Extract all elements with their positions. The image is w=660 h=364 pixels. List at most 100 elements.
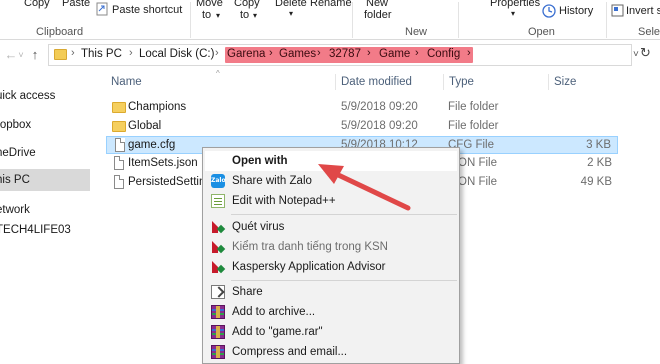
- nav-item-quick-access[interactable]: uick access: [0, 85, 90, 107]
- ribbon-divider: [458, 2, 459, 38]
- sort-caret-icon: ^: [216, 69, 220, 78]
- column-header-type[interactable]: Type: [449, 76, 474, 88]
- breadcrumb-config[interactable]: Config: [427, 48, 460, 60]
- menu-item-compress-email[interactable]: Compress and email...: [205, 342, 457, 362]
- paste-shortcut-button[interactable]: Paste shortcut: [112, 4, 182, 16]
- breadcrumb-garena[interactable]: Garena: [227, 48, 265, 60]
- copy-to-label2: to: [240, 9, 250, 21]
- breadcrumb-separator-icon: ›: [215, 47, 219, 59]
- winrar-icon: [211, 325, 225, 339]
- breadcrumb-32787[interactable]: 32787: [329, 48, 361, 60]
- column-header-name[interactable]: Name: [111, 76, 142, 88]
- ribbon-divider: [352, 2, 353, 38]
- nav-item-label: his PC: [0, 174, 30, 186]
- copy-to-button[interactable]: Copy: [234, 0, 260, 9]
- file-name: game.cfg: [128, 139, 176, 151]
- group-new: New: [405, 26, 428, 38]
- menu-item-label: Open with: [232, 155, 288, 167]
- chevron-down-icon: ▾: [216, 11, 221, 20]
- ribbon-divider: [606, 2, 607, 38]
- breadcrumb-separator-icon: ›: [367, 47, 371, 59]
- file-name: ItemSets.json: [128, 157, 198, 169]
- folder-icon: [112, 121, 126, 132]
- file-icon: [114, 156, 124, 170]
- file-size: 49 KB: [580, 176, 612, 188]
- nav-item-tech4life03[interactable]: TECH4LIFE03: [0, 219, 90, 241]
- nav-item-dropbox[interactable]: ropbox: [0, 114, 90, 136]
- delete-button[interactable]: Delete: [275, 0, 307, 9]
- file-date: 5/9/2018 09:20: [341, 120, 418, 132]
- breadcrumb-separator-icon: ›: [129, 47, 133, 59]
- breadcrumb-separator-icon: ›: [467, 47, 471, 59]
- nav-item-network[interactable]: etwork: [0, 199, 90, 221]
- menu-item-label: Share: [232, 286, 263, 298]
- file-size: 3 KB: [586, 139, 611, 151]
- group-open: Open: [528, 26, 555, 38]
- zalo-icon: Zalo: [211, 174, 226, 188]
- file-icon: [114, 175, 124, 189]
- table-row[interactable]: Global 5/9/2018 09:20 File folder: [106, 118, 618, 136]
- nav-item-label: ropbox: [0, 119, 32, 131]
- folder-icon: [54, 49, 67, 60]
- nav-item-label: uick access: [0, 90, 56, 102]
- file-icon: [115, 138, 125, 152]
- menu-item-label: Kaspersky Application Advisor: [232, 261, 386, 273]
- annotation-arrow-icon: [318, 164, 411, 211]
- menu-item-add-to-game-rar[interactable]: Add to "game.rar": [205, 322, 457, 342]
- table-row[interactable]: Champions 5/9/2018 09:20 File folder: [106, 99, 618, 117]
- new-folder-label2: folder: [364, 9, 392, 21]
- address-dropdown-icon[interactable]: ˅: [633, 49, 639, 60]
- refresh-icon[interactable]: ↻: [640, 45, 651, 61]
- breadcrumb-separator-icon: ›: [415, 47, 419, 59]
- copy-button[interactable]: Copy: [24, 0, 50, 9]
- invert-selection-button[interactable]: Invert s: [626, 5, 660, 17]
- chevron-down-icon: ▾: [289, 9, 294, 18]
- ribbon-divider: [190, 2, 191, 38]
- column-divider: [443, 74, 444, 90]
- address-bar[interactable]: › This PC › Local Disk (C:) › Garena › G…: [48, 44, 639, 66]
- file-type: ON File: [458, 176, 497, 188]
- winrar-icon: [211, 305, 225, 319]
- breadcrumb-games[interactable]: Games: [279, 48, 316, 60]
- breadcrumb-separator-icon: ›: [269, 47, 273, 59]
- up-arrow-icon[interactable]: ↑: [26, 45, 44, 65]
- breadcrumb-separator-icon: ›: [317, 47, 321, 59]
- move-to-label2: to: [202, 9, 212, 21]
- menu-item-label: Add to "game.rar": [232, 326, 323, 338]
- breadcrumb-this-pc[interactable]: This PC: [81, 48, 122, 60]
- column-divider: [335, 74, 336, 90]
- rename-button[interactable]: Rename: [310, 0, 352, 9]
- menu-item-ksn-reputation[interactable]: Kiểm tra danh tiếng trong KSN: [205, 237, 457, 257]
- winrar-icon: [211, 345, 225, 359]
- kaspersky-icon: [211, 260, 225, 274]
- file-type: ON File: [458, 157, 497, 169]
- folder-icon: [112, 102, 126, 113]
- paste-button[interactable]: Paste: [62, 0, 90, 9]
- new-folder-button[interactable]: New: [366, 0, 388, 9]
- breadcrumb-local-disk[interactable]: Local Disk (C:): [139, 48, 214, 60]
- menu-item-share[interactable]: Share: [205, 282, 457, 302]
- share-icon: [211, 285, 225, 299]
- menu-item-kaspersky-advisor[interactable]: Kaspersky Application Advisor: [205, 257, 457, 277]
- file-type: File folder: [448, 101, 499, 113]
- menu-item-add-to-archive[interactable]: Add to archive...: [205, 302, 457, 322]
- breadcrumb-game[interactable]: Game: [379, 48, 410, 60]
- history-icon: [542, 4, 556, 18]
- column-header-size[interactable]: Size: [554, 76, 576, 88]
- column-header-date[interactable]: Date modified: [341, 76, 412, 88]
- paste-shortcut-icon: [96, 2, 108, 16]
- menu-separator: [231, 280, 457, 281]
- file-date: 5/9/2018 09:20: [341, 101, 418, 113]
- history-button[interactable]: History: [559, 5, 593, 17]
- menu-item-scan-virus[interactable]: Quét virus: [205, 217, 457, 237]
- ribbon: Copy Paste Paste shortcut Clipboard Move…: [0, 0, 660, 40]
- properties-button[interactable]: Properties: [490, 0, 540, 9]
- nav-item-onedrive[interactable]: neDrive: [0, 142, 90, 164]
- file-name: PersistedSetting: [128, 176, 212, 188]
- kaspersky-icon: [211, 240, 225, 254]
- file-name: Champions: [128, 101, 187, 113]
- nav-item-this-pc[interactable]: his PC: [0, 169, 90, 191]
- column-divider: [548, 74, 549, 90]
- chevron-down-icon: ▾: [511, 9, 516, 18]
- move-to-button[interactable]: Move: [196, 0, 223, 9]
